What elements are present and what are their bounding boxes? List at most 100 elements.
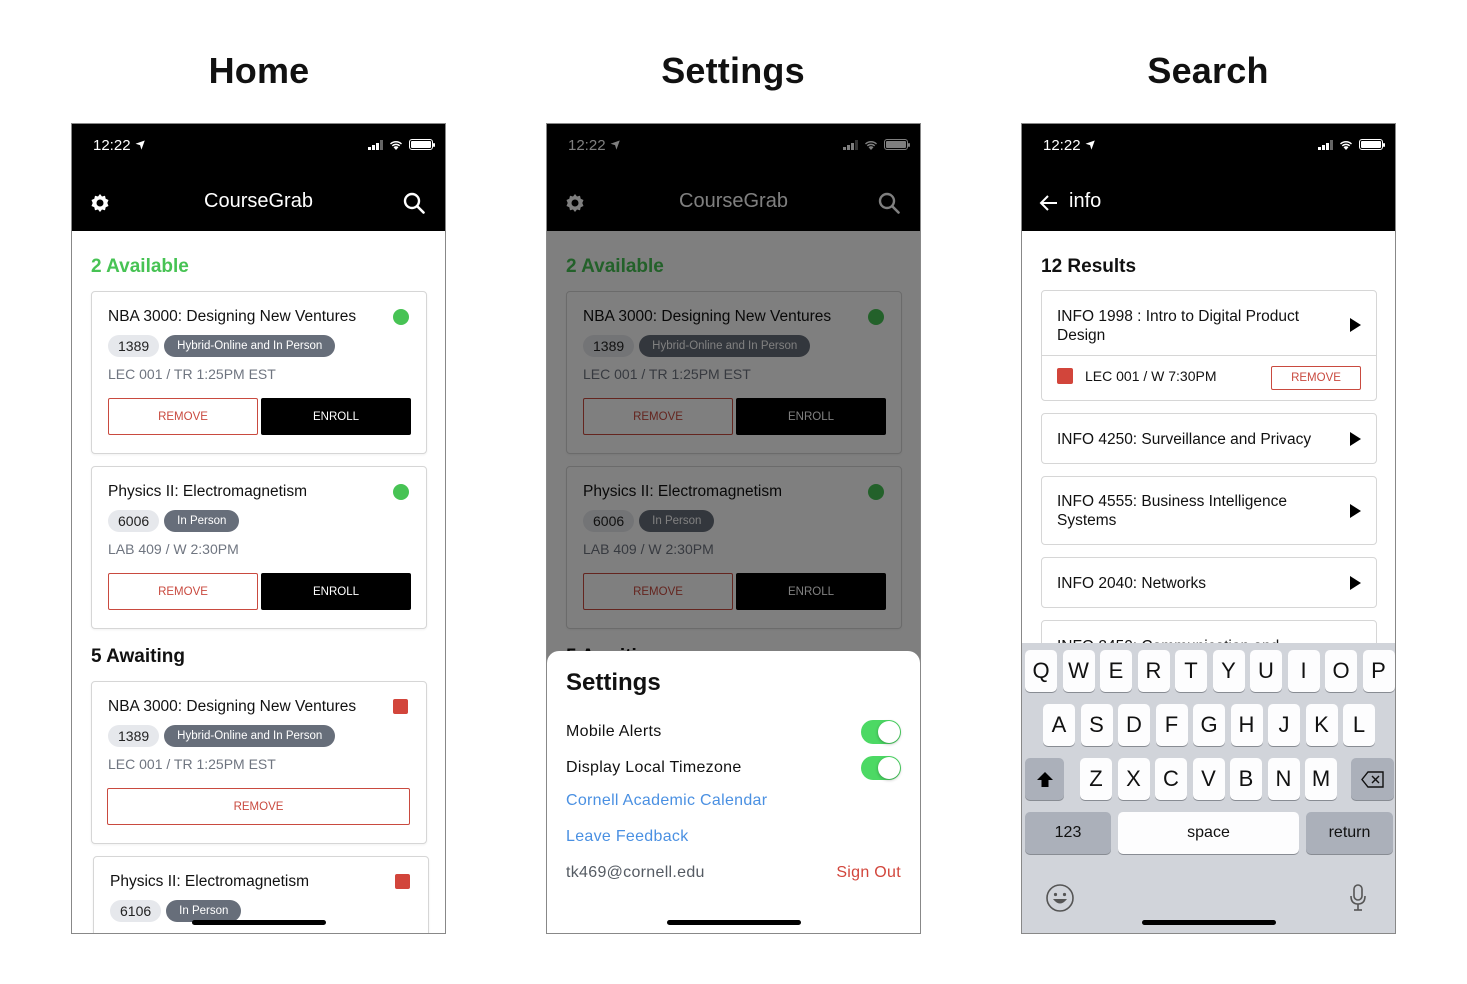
key-o[interactable]: O	[1325, 650, 1357, 692]
course-number-badge: 1389	[108, 725, 160, 747]
location-arrow-icon: ➤	[131, 134, 151, 153]
key-f[interactable]: F	[1155, 704, 1188, 746]
remove-button[interactable]: REMOVE	[107, 788, 410, 825]
enroll-button[interactable]: ENROLL	[261, 573, 411, 610]
arrow-left-icon[interactable]	[1039, 194, 1059, 212]
key-r[interactable]: R	[1137, 650, 1170, 692]
status-time: 12:22	[93, 137, 131, 154]
key-e[interactable]: E	[1100, 650, 1132, 692]
course-schedule: LAB 409 / W 2:30PM	[108, 541, 239, 557]
key-h[interactable]: H	[1230, 704, 1263, 746]
key-b[interactable]: B	[1230, 758, 1262, 800]
key-u[interactable]: U	[1250, 650, 1282, 692]
mobile-alerts-toggle[interactable]	[861, 720, 901, 744]
signal-icon	[368, 139, 383, 150]
available-heading: 2 Available	[91, 256, 189, 277]
wifi-icon	[1340, 140, 1352, 150]
leave-feedback-link[interactable]: Leave Feedback	[566, 828, 689, 846]
key-k[interactable]: K	[1305, 704, 1338, 746]
shift-key[interactable]	[1025, 758, 1064, 800]
result-card[interactable]: INFO 4250: Surveillance and Privacy	[1041, 413, 1377, 464]
awaiting-heading: 5 Awaiting	[91, 646, 185, 667]
settings-sheet: Settings Mobile Alerts Display Local Tim…	[547, 651, 920, 933]
local-timezone-toggle[interactable]	[861, 756, 901, 780]
course-mode-badge: Hybrid-Online and In Person	[164, 335, 336, 357]
location-arrow-icon: ➤	[1081, 134, 1101, 153]
remove-button[interactable]: REMOVE	[108, 398, 258, 435]
course-schedule: LEC 001 / TR 1:25PM EST	[108, 756, 276, 772]
play-arrow-icon[interactable]	[1350, 576, 1361, 590]
key-s[interactable]: S	[1080, 704, 1113, 746]
results-heading: 12 Results	[1041, 256, 1137, 277]
result-card[interactable]: INFO 4555: Business Intelligence Systems	[1041, 476, 1377, 545]
open-status-dot	[393, 309, 409, 325]
result-title: INFO 4555: Business Intelligence Systems	[1057, 493, 1288, 529]
result-card[interactable]: INFO 1998 : Intro to Digital Product Des…	[1041, 290, 1377, 401]
key-i[interactable]: I	[1287, 650, 1320, 692]
closed-status-square	[1057, 368, 1073, 384]
key-v[interactable]: V	[1192, 758, 1225, 800]
mobile-alerts-label: Mobile Alerts	[566, 723, 662, 740]
course-card[interactable]: Physics II: Electromagnetism 6006 In Pers…	[91, 466, 427, 629]
home-content: 2 Available NBA 3000: Designing New Vent…	[72, 231, 445, 933]
enroll-button[interactable]: ENROLL	[261, 398, 411, 435]
key-p[interactable]: P	[1362, 650, 1395, 692]
key-y[interactable]: Y	[1212, 650, 1245, 692]
key-q[interactable]: Q	[1025, 650, 1057, 692]
status-time: 12:22	[1043, 137, 1081, 154]
microphone-icon[interactable]	[1348, 883, 1368, 913]
key-t[interactable]: T	[1175, 650, 1207, 692]
result-title: INFO 4250: Surveillance and Privacy	[1057, 431, 1312, 448]
search-icon[interactable]	[403, 192, 425, 214]
return-key[interactable]: return	[1306, 812, 1393, 854]
key-x[interactable]: X	[1117, 758, 1150, 800]
sign-out-button[interactable]: Sign Out	[836, 864, 901, 882]
key-g[interactable]: G	[1193, 704, 1225, 746]
numbers-key[interactable]: 123	[1025, 812, 1111, 854]
user-email: tk469@cornell.edu	[566, 864, 705, 881]
space-key[interactable]: space	[1118, 812, 1299, 854]
key-z[interactable]: Z	[1080, 758, 1112, 800]
divider	[1042, 355, 1376, 356]
course-title: Physics II: Electromagnetism	[108, 483, 307, 500]
key-w[interactable]: W	[1062, 650, 1095, 692]
course-schedule: LEC 001 / TR 1:25PM EST	[108, 366, 276, 382]
key-n[interactable]: N	[1267, 758, 1300, 800]
play-arrow-icon[interactable]	[1350, 504, 1361, 518]
result-title: INFO 2040: Networks	[1057, 575, 1207, 592]
course-card[interactable]: NBA 3000: Designing New Ventures 1389 Hyb…	[91, 291, 427, 454]
course-title: Physics II: Electromagnetism	[110, 873, 309, 890]
play-arrow-icon[interactable]	[1350, 318, 1361, 332]
remove-button[interactable]: REMOVE	[108, 573, 258, 610]
home-indicator[interactable]	[667, 920, 801, 925]
settings-title: Settings	[566, 669, 661, 696]
key-a[interactable]: A	[1043, 704, 1075, 746]
nav-bar: info	[1022, 174, 1395, 231]
shift-arrow-icon	[1036, 771, 1053, 787]
section-schedule: LEC 001 / W 7:30PM	[1085, 368, 1217, 384]
search-query-input[interactable]: info	[1069, 190, 1101, 213]
remove-button[interactable]: REMOVE	[1271, 366, 1361, 390]
search-screen-heading: Search	[1147, 50, 1269, 91]
result-card[interactable]: INFO 2040: Networks	[1041, 557, 1377, 608]
key-c[interactable]: C	[1155, 758, 1187, 800]
course-title: NBA 3000: Designing New Ventures	[108, 698, 357, 715]
delete-key[interactable]	[1351, 758, 1394, 800]
course-number-badge: 6006	[108, 510, 160, 532]
key-m[interactable]: M	[1305, 758, 1337, 800]
course-mode-badge: In Person	[164, 510, 240, 532]
battery-icon	[1359, 139, 1385, 150]
play-arrow-icon[interactable]	[1350, 432, 1361, 446]
home-indicator[interactable]	[1142, 920, 1276, 925]
closed-status-square	[395, 874, 410, 889]
battery-icon	[409, 139, 435, 150]
emoji-icon[interactable]	[1045, 883, 1075, 913]
course-number-badge: 6106	[110, 900, 162, 922]
home-indicator[interactable]	[192, 920, 326, 925]
key-j[interactable]: J	[1268, 704, 1300, 746]
key-l[interactable]: L	[1343, 704, 1375, 746]
course-card[interactable]: NBA 3000: Designing New Ventures 1389 Hyb…	[91, 681, 427, 844]
keyboard: QWERTYUIOP ASDFGHJKL ZXCVBNM 123 space r…	[1022, 643, 1395, 933]
key-d[interactable]: D	[1118, 704, 1150, 746]
academic-calendar-link[interactable]: Cornell Academic Calendar	[566, 792, 767, 810]
